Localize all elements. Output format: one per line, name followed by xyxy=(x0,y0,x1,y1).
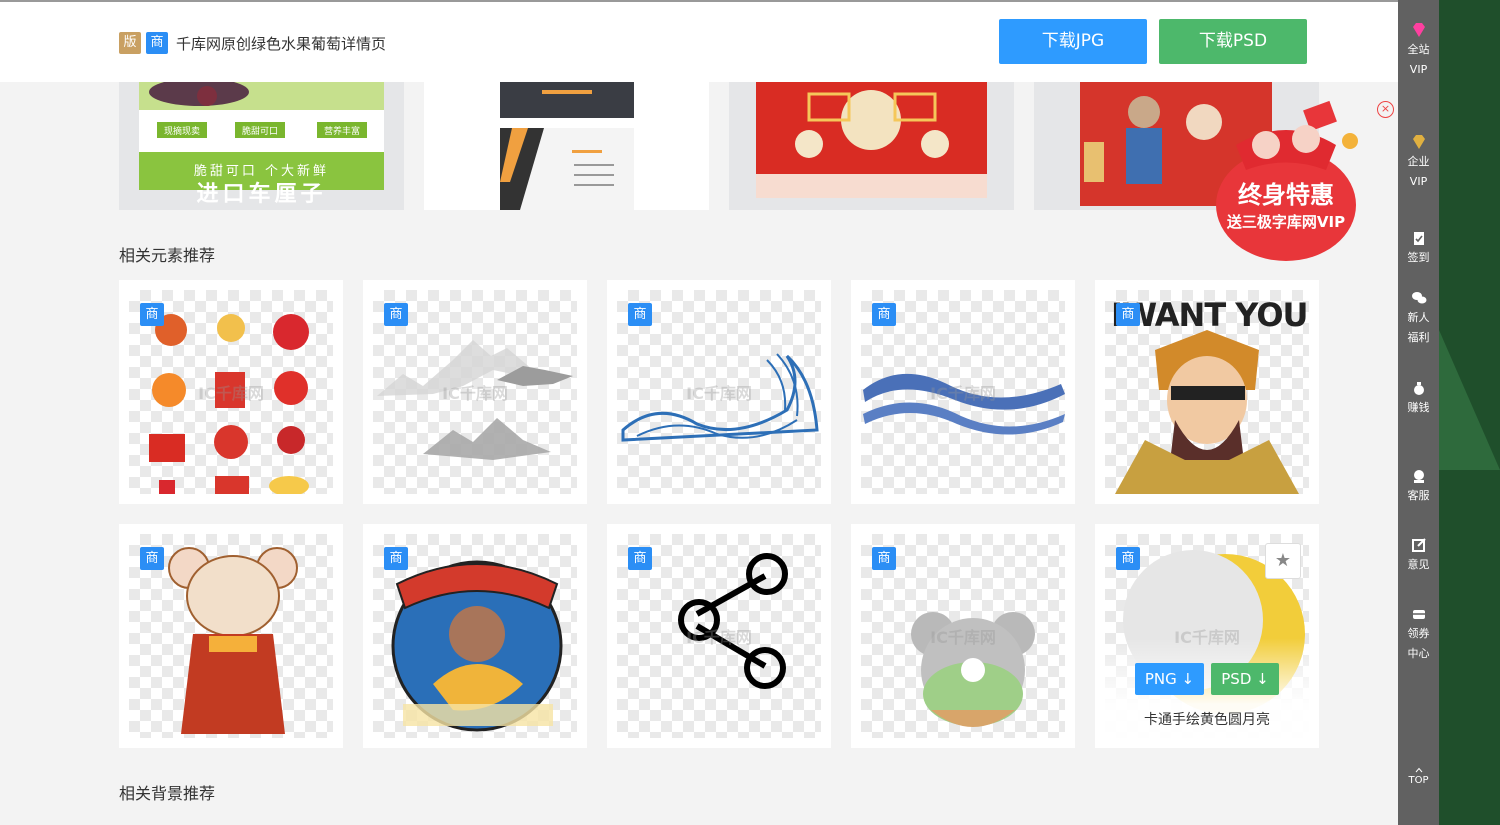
sidebar-label: VIP xyxy=(1409,63,1428,76)
promo-subline: 送三极字库网VIP xyxy=(1226,213,1346,231)
watermark: IC千库网 xyxy=(686,384,752,403)
template-card-grapes[interactable]: 现摘现卖 脆甜可口 营养丰富 脆甜可口 个大新鲜 进口车厘子 xyxy=(119,82,404,210)
template-card-business-card[interactable] xyxy=(424,82,709,210)
sidebar-label: 签到 xyxy=(1407,251,1430,264)
card-caption: 卡通手绘黄色圆月亮 xyxy=(1144,712,1270,728)
business-card-art xyxy=(500,82,634,210)
page-edge-background xyxy=(1439,0,1500,825)
element-card-koala-donut[interactable]: 商 IC千库网 xyxy=(851,524,1075,748)
edit-icon xyxy=(1411,538,1426,552)
element-card-i-want-you-general[interactable]: IWANT YOU 商 xyxy=(1095,280,1319,504)
favorite-star-icon[interactable]: ★ xyxy=(1265,543,1301,579)
copyright-badge: 版 xyxy=(119,32,141,54)
element-card-blue-waves[interactable]: 商 IC千库网 xyxy=(607,280,831,504)
promo-close-button[interactable]: × xyxy=(1377,101,1394,118)
customer-service-icon xyxy=(1413,470,1424,483)
wechat-icon xyxy=(1411,292,1426,304)
watermark: IC千库网 xyxy=(686,628,752,647)
download-psd-card-button[interactable]: PSD ↓ xyxy=(1211,663,1279,695)
element-card-mouse-robe[interactable]: 商 xyxy=(119,524,343,748)
commercial-badge: 商 xyxy=(384,303,408,326)
page-title: 千库网原创绿色水果葡萄详情页 xyxy=(176,35,387,53)
money-bag-icon xyxy=(1413,382,1424,395)
commercial-badge: 商 xyxy=(146,32,168,54)
element-card-ink-mountains[interactable]: 商 IC千库网 xyxy=(363,280,587,504)
commercial-badge: 商 xyxy=(872,303,896,326)
element-card-festive-icons[interactable]: 商 IC千库网 xyxy=(119,280,343,504)
commercial-badge: 商 xyxy=(384,547,408,570)
sidebar-item-feedback[interactable]: 意见 xyxy=(1398,537,1439,575)
template-tag: 脆甜可口 xyxy=(241,127,278,137)
commercial-badge: 商 xyxy=(872,547,896,570)
sidebar-label: 中心 xyxy=(1407,647,1430,660)
commercial-badge: 商 xyxy=(140,303,164,326)
sidebar-item-earn-money[interactable]: 赚钱 xyxy=(1398,380,1439,418)
promo-headline: 终身特惠 xyxy=(1238,181,1334,209)
enterprise-diamond-icon xyxy=(1412,135,1425,149)
section-title-elements: 相关元素推荐 xyxy=(119,246,216,265)
section-title-backgrounds: 相关背景推荐 xyxy=(119,784,216,803)
element-card-share-icon[interactable]: 商 IC千库网 xyxy=(607,524,831,748)
sidebar-label: 福利 xyxy=(1407,331,1430,344)
right-sidebar: 全站 VIP 企业 VIP 签到 新人 福利 赚钱 客服 意见 领券 中心 TO… xyxy=(1398,0,1439,825)
template-headline: 进口车厘子 xyxy=(196,182,327,207)
download-png-button[interactable]: PNG ↓ xyxy=(1135,663,1204,695)
sidebar-item-newbie-benefits[interactable]: 新人 福利 xyxy=(1398,290,1439,348)
coupon-icon xyxy=(1412,610,1425,619)
sidebar-item-checkin[interactable]: 签到 xyxy=(1398,230,1439,268)
i-want-you-text: IWANT YOU xyxy=(1111,296,1308,334)
sidebar-label: 新人 xyxy=(1407,311,1430,324)
commercial-badge: 商 xyxy=(140,547,164,570)
sidebar-item-site-vip[interactable]: 全站 VIP xyxy=(1398,22,1439,80)
commercial-badge: 商 xyxy=(628,547,652,570)
commercial-badge: 商 xyxy=(628,303,652,326)
watermark: IC千库网 xyxy=(198,384,264,403)
sidebar-label: 企业 xyxy=(1407,155,1430,168)
watermark: IC千库网 xyxy=(930,628,996,647)
card-hover-overlay xyxy=(1095,638,1319,748)
sidebar-item-enterprise-vip[interactable]: 企业 VIP xyxy=(1398,134,1439,192)
download-jpg-button[interactable]: 下载JPG xyxy=(999,19,1147,64)
wanted-text: WANT YOU xyxy=(1121,296,1309,334)
sidebar-label: 意见 xyxy=(1407,558,1430,571)
template-tag: 现摘现卖 xyxy=(163,127,200,137)
promo-lifetime-deal[interactable]: 终身特惠 送三极字库网VIP xyxy=(1206,95,1366,265)
commercial-badge: 商 xyxy=(1116,547,1140,570)
sidebar-label: 领券 xyxy=(1407,627,1430,640)
sidebar-item-customer-service[interactable]: 客服 xyxy=(1398,468,1439,506)
red-drums-art xyxy=(756,82,987,198)
template-card-red-drums[interactable] xyxy=(729,82,1014,210)
commercial-badge: 商 xyxy=(1116,303,1140,326)
watermark: IC千库网 xyxy=(442,384,508,403)
sidebar-label: VIP xyxy=(1409,175,1428,188)
sidebar-label: 赚钱 xyxy=(1407,401,1430,414)
chevron-up-icon xyxy=(1415,767,1422,773)
watermark: IC千库网 xyxy=(930,384,996,403)
sidebar-label: 全站 xyxy=(1407,43,1430,56)
download-psd-button[interactable]: 下载PSD xyxy=(1159,19,1307,64)
clipboard-check-icon xyxy=(1413,232,1424,245)
back-to-top-label: TOP xyxy=(1408,775,1429,786)
element-card-blue-ribbon-waves[interactable]: 商 IC千库网 xyxy=(851,280,1075,504)
diamond-icon xyxy=(1412,23,1425,37)
element-card-mouse-fish-badge[interactable]: 商 xyxy=(363,524,587,748)
element-card-yellow-moon[interactable]: IC千库网 商 ★ PNG ↓ PSD ↓ 卡通手绘黄色圆月亮 xyxy=(1095,524,1319,748)
top-header: 版 商 千库网原创绿色水果葡萄详情页 下载JPG 下载PSD xyxy=(0,0,1398,82)
template-tag: 营养丰富 xyxy=(323,127,360,137)
back-to-top-button[interactable]: TOP xyxy=(1398,766,1439,788)
sidebar-item-coupon-center[interactable]: 领券 中心 xyxy=(1398,606,1439,664)
sidebar-label: 客服 xyxy=(1407,489,1430,502)
